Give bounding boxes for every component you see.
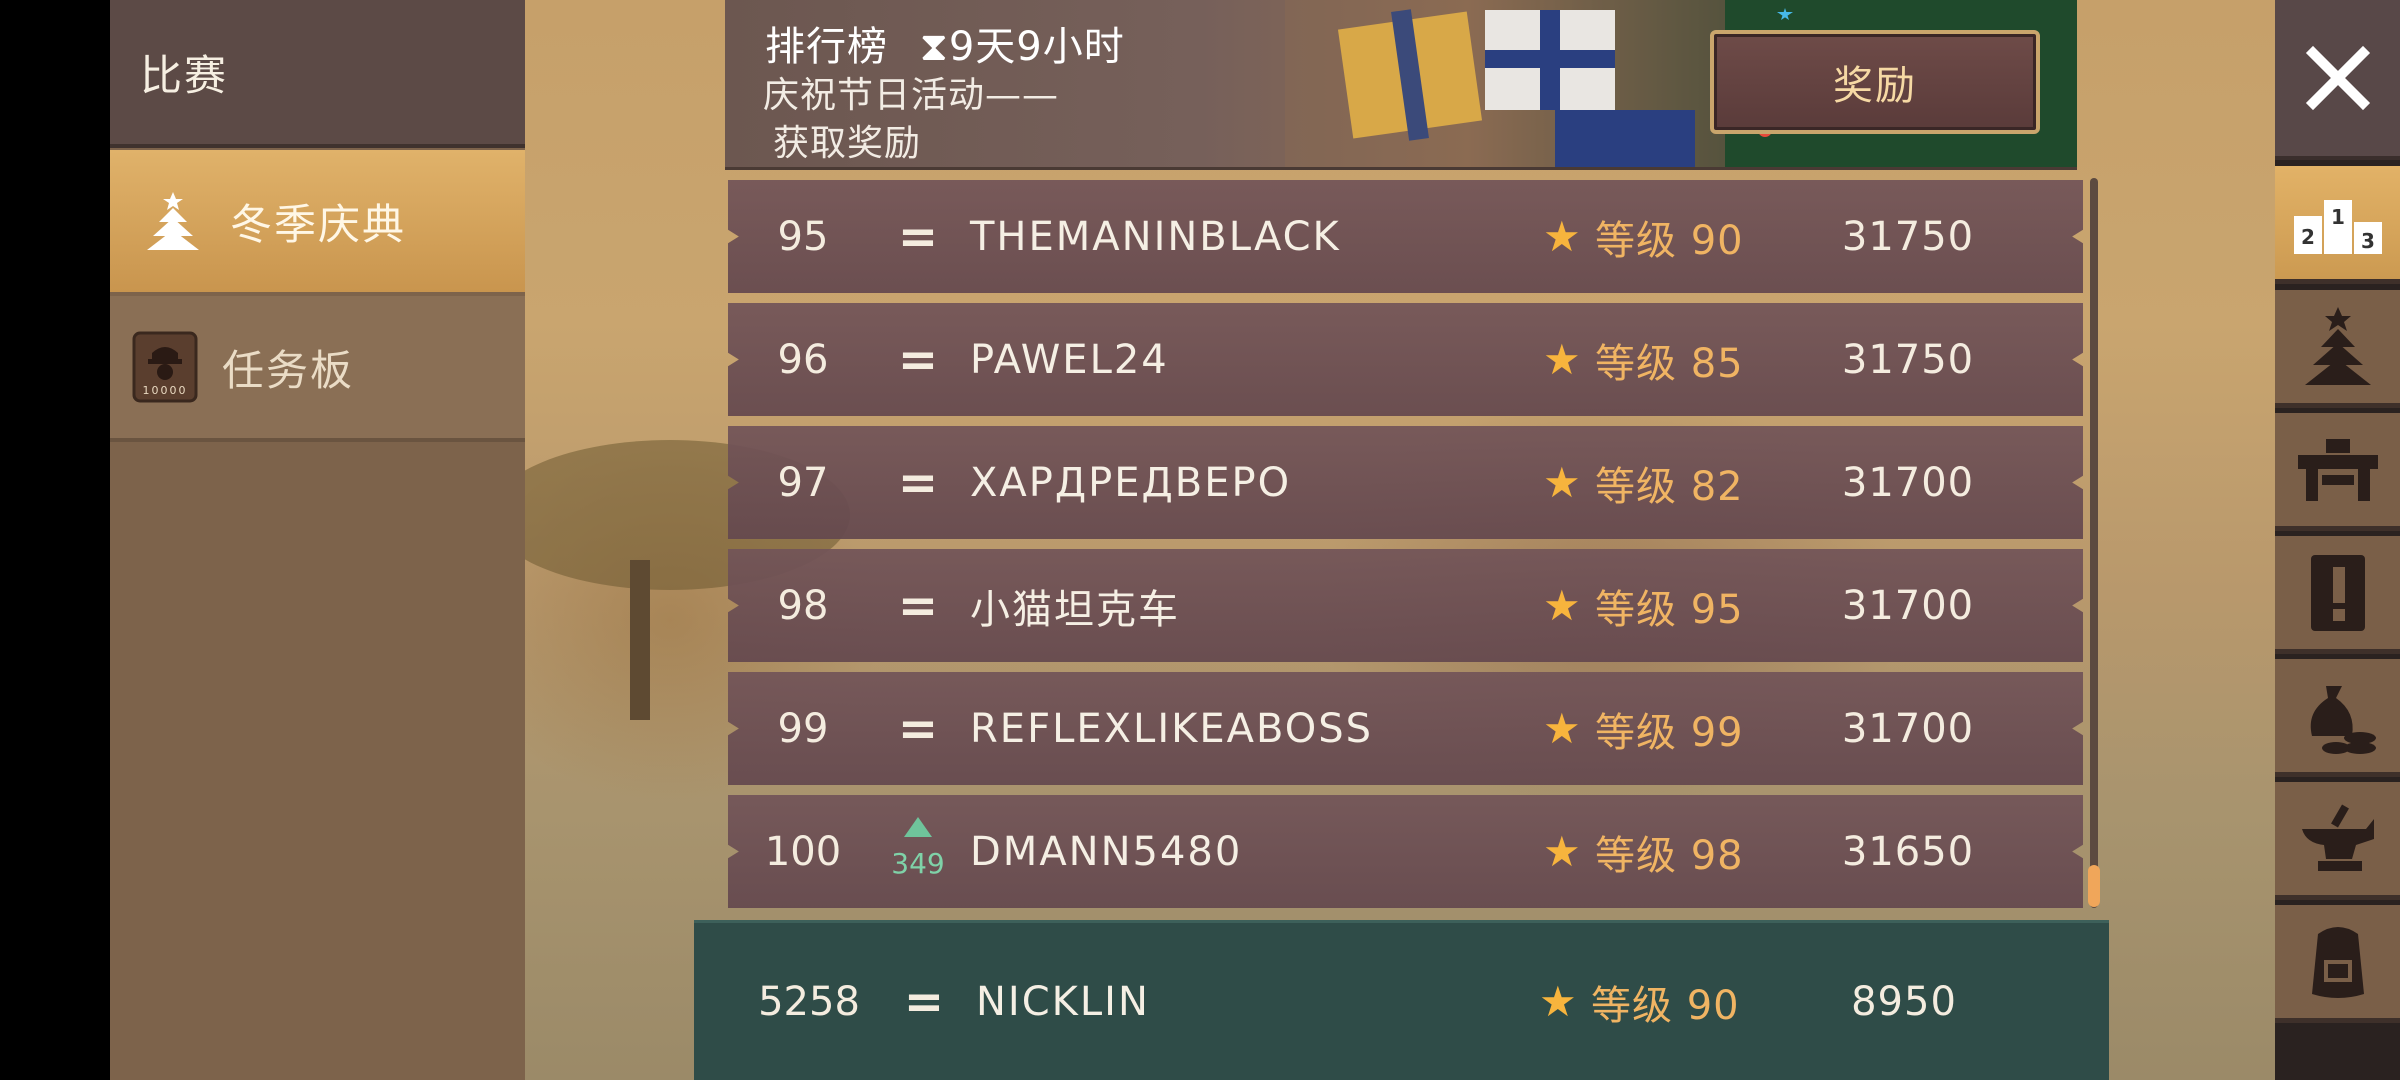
leaderboard-row[interactable]: 96 = PAWEL24 ★ 等级 85 31750 <box>728 303 2083 416</box>
scrollbar-thumb[interactable] <box>2088 865 2100 907</box>
rank: 99 <box>777 705 829 752</box>
rank: 98 <box>777 582 829 629</box>
menu-item-label: 比赛 <box>140 50 229 100</box>
left-menu: 比赛 冬季庆典 10000 任务板 <box>110 0 525 1080</box>
gift-boxes-image <box>1285 0 1725 167</box>
rank: 96 <box>777 336 829 383</box>
player-name: THEMANINBLACK <box>970 213 1341 260</box>
player-level: 等级 98 <box>1595 832 1744 879</box>
christmas-tree-icon <box>138 186 208 256</box>
menu-item-winter-festival[interactable]: 冬季庆典 <box>110 150 525 292</box>
reward-button[interactable]: 奖励 <box>1710 30 2040 134</box>
tab-trade[interactable] <box>2275 659 2400 777</box>
player-level: 等级 82 <box>1595 463 1744 510</box>
scrollbar-track[interactable] <box>2090 178 2098 908</box>
close-icon <box>2305 45 2370 111</box>
anvil-icon <box>2301 803 2374 871</box>
menu-item-contest[interactable]: 比赛 <box>110 0 525 148</box>
star-icon: ★ <box>1543 212 1581 261</box>
svg-text:3: 3 <box>2361 229 2375 253</box>
menu-item-task-board[interactable]: 10000 任务板 <box>110 296 525 442</box>
player-level: 等级 85 <box>1595 340 1744 387</box>
leaderboard-row[interactable]: 98 = 小猫坦克车 ★ 等级 95 31700 <box>728 549 2083 662</box>
rank-change-value: 349 <box>891 847 945 880</box>
rank-up-icon <box>904 817 932 837</box>
menu-item-label: 任务板 <box>222 345 355 395</box>
leaderboard-row[interactable]: 97 = ХАРДРЕДВЕРО ★ 等级 82 31700 <box>728 426 2083 539</box>
tab-leaderboard[interactable]: 2 1 3 <box>2275 166 2400 284</box>
star-icon: ★ <box>1543 335 1581 384</box>
wanted-poster-icon: 10000 <box>130 331 200 403</box>
rank: 5258 <box>758 978 860 1025</box>
backpack-icon <box>2311 926 2364 998</box>
banner-subtitle: 庆祝节日活动—— <box>763 75 1060 116</box>
player-score: 31750 <box>1841 336 1975 383</box>
player-level: 等级 90 <box>1595 217 1744 264</box>
leaderboard-row[interactable]: 99 = REFLEXLIKEABOSS ★ 等级 99 31700 <box>728 672 2083 785</box>
tab-smithing[interactable] <box>2275 782 2400 900</box>
star-icon: ★ <box>1543 704 1581 753</box>
player-level: 等级 90 <box>1591 982 1740 1029</box>
player-score: 31700 <box>1841 582 1975 629</box>
player-name: DMANN5480 <box>970 828 1243 875</box>
tab-winter-event[interactable] <box>2275 290 2400 408</box>
menu-item-label: 冬季庆典 <box>230 199 407 249</box>
svg-text:1: 1 <box>2331 205 2345 229</box>
player-score: 31700 <box>1841 705 1975 752</box>
rank-change: = <box>903 973 945 1030</box>
player-name: NICKLIN <box>976 978 1150 1025</box>
star-icon: ★ <box>1543 458 1581 507</box>
player-score: 31700 <box>1841 459 1975 506</box>
player-score: 31650 <box>1841 828 1975 875</box>
rank-change: = <box>897 454 939 511</box>
star-icon: ★ <box>1543 827 1581 876</box>
player-level: 等级 99 <box>1595 709 1744 756</box>
leaderboard-row[interactable]: 100 349 DMANN5480 ★ 等级 98 31650 <box>728 795 2083 908</box>
svg-text:2: 2 <box>2301 225 2315 249</box>
money-bag-icon <box>2310 685 2376 754</box>
hourglass-icon: ⧗ <box>919 24 949 70</box>
rank-change: = <box>897 577 939 634</box>
star-icon: ★ <box>1543 581 1581 630</box>
rank-change: = <box>897 331 939 388</box>
timer-text: 9天9小时 <box>948 24 1125 70</box>
tab-inventory[interactable] <box>2275 905 2400 1023</box>
rank-change: = <box>897 208 939 265</box>
tree-trunk <box>630 560 650 720</box>
leaderboard-row[interactable]: 95 = THEMANINBLACK ★ 等级 90 31750 <box>728 180 2083 293</box>
christmas-tree-icon <box>2304 306 2371 385</box>
banner-title: 排行榜 ⧗9天9小时 <box>765 24 1125 70</box>
workbench-icon <box>2297 438 2378 501</box>
banner-subtitle: 获取奖励 <box>773 123 922 164</box>
player-score: 31750 <box>1841 213 1975 260</box>
player-name: REFLEXLIKEABOSS <box>970 705 1373 752</box>
rank: 95 <box>777 213 829 260</box>
rank-change: 349 <box>888 817 948 880</box>
player-level: 等级 95 <box>1595 586 1744 633</box>
star-icon: ★ <box>1539 977 1577 1026</box>
player-name: PAWEL24 <box>970 336 1169 383</box>
podium-icon: 2 1 3 <box>2293 199 2382 254</box>
event-banner: 排行榜 ⧗9天9小时 庆祝节日活动—— 获取奖励 奖励 <box>725 0 2077 170</box>
current-player-row[interactable]: 5258 = NICKLIN ★ 等级 90 8950 <box>694 920 2109 1080</box>
tab-quests[interactable] <box>2275 536 2400 654</box>
close-button[interactable] <box>2275 0 2400 160</box>
player-name: ХАРДРЕДВЕРО <box>970 459 1292 506</box>
tab-crafting[interactable] <box>2275 413 2400 531</box>
quest-book-icon <box>2310 554 2365 631</box>
rank: 100 <box>764 828 842 875</box>
player-score: 8950 <box>1851 978 1957 1025</box>
player-name: 小猫坦克车 <box>970 586 1180 633</box>
rank: 97 <box>777 459 829 506</box>
svg-text:10000: 10000 <box>143 384 188 397</box>
rank-change: = <box>897 700 939 757</box>
